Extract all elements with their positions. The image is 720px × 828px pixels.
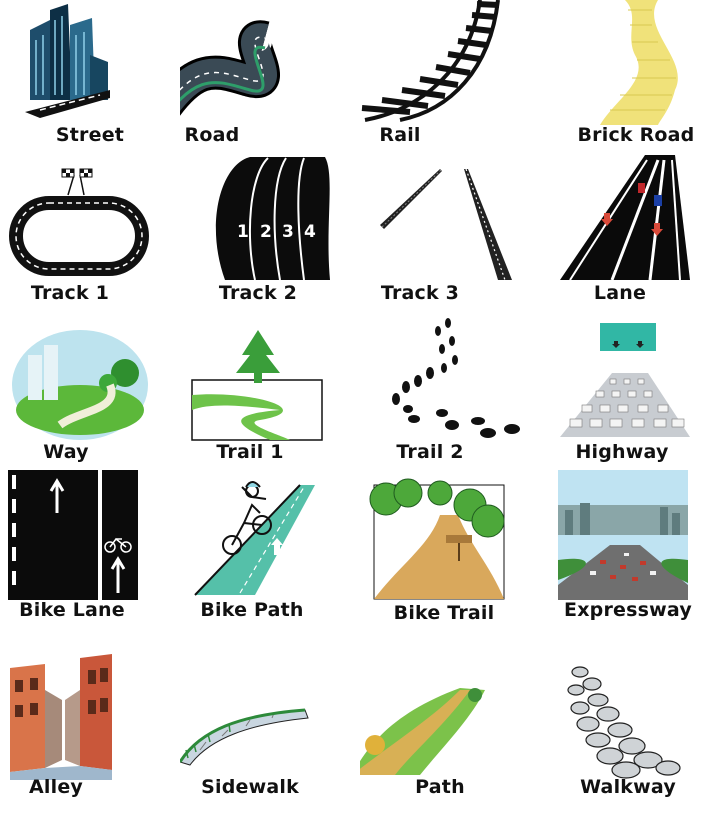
footprints-trail-icon [392,318,520,438]
item-label: Highway [575,441,669,463]
card-sidewalk: Sidewalk [180,650,360,810]
item-label: Path [415,776,465,798]
running-track-icon: 1 2 3 4 [215,157,330,281]
race-track-icon [9,168,149,276]
card-path: Path [360,650,540,810]
alley-icon [10,654,112,780]
item-label: Bike Trail [393,602,495,624]
item-label: Trail 2 [396,441,464,463]
tire-tracks-icon [380,168,512,281]
card-trail-2: Trail 2 [360,315,540,475]
card-way: Way [0,315,180,475]
card-lane: Lane [540,155,720,315]
road-lanes-icon [560,155,690,281]
card-bike-lane: Bike Lane [0,465,180,625]
card-bike-trail: Bike Trail [360,465,540,625]
card-highway: Highway [540,315,720,475]
highway-traffic-icon [560,323,690,437]
railway-track-icon [361,0,500,122]
item-label: Bike Lane [19,599,125,621]
card-expressway: Expressway [540,465,720,625]
item-label: Way [43,441,89,463]
lane-number: 1 [237,222,249,242]
item-label: Sidewalk [201,776,299,798]
forest-trail-icon [191,330,323,441]
item-label: Road [184,124,240,146]
lane-number: 4 [304,222,316,242]
trail-sign-icon [446,535,472,543]
stone-walkway-icon [567,666,681,779]
checkered-flags-icon [61,168,93,196]
card-walkway: Walkway [540,650,720,810]
item-label: Track 2 [218,282,298,304]
item-label: Expressway [564,599,692,621]
green-way-icon [12,330,148,440]
lane-number: 3 [282,222,294,242]
winding-road-icon [180,20,280,116]
yellow-brick-road-icon [600,0,678,125]
card-rail: Rail [360,0,540,160]
item-label: Walkway [580,776,676,798]
card-alley: Alley [0,650,180,810]
item-label: Bike Path [200,599,304,621]
bike-trail-icon [369,478,505,600]
card-brick-road: Brick Road [540,0,720,160]
card-track-3: Track 3 [360,155,540,315]
item-label: Brick Road [577,124,695,146]
card-trail-1: Trail 1 [180,315,360,475]
item-label: Alley [28,776,83,798]
lane-number: 2 [260,222,272,242]
street-buildings-icon [25,4,110,118]
item-label: Lane [593,282,647,304]
card-bike-path: Bike Path [180,465,360,625]
bike-path-icon [194,481,315,596]
item-label: Track 3 [380,282,460,304]
card-track-1: Track 1 [0,155,180,315]
item-label: Trail 1 [216,441,284,463]
bike-lane-icon [8,470,138,600]
item-label: Rail [379,124,421,146]
sidewalk-icon [180,708,309,766]
expressway-icon [558,470,688,600]
dirt-path-icon [360,688,485,775]
item-label: Track 1 [30,282,110,304]
